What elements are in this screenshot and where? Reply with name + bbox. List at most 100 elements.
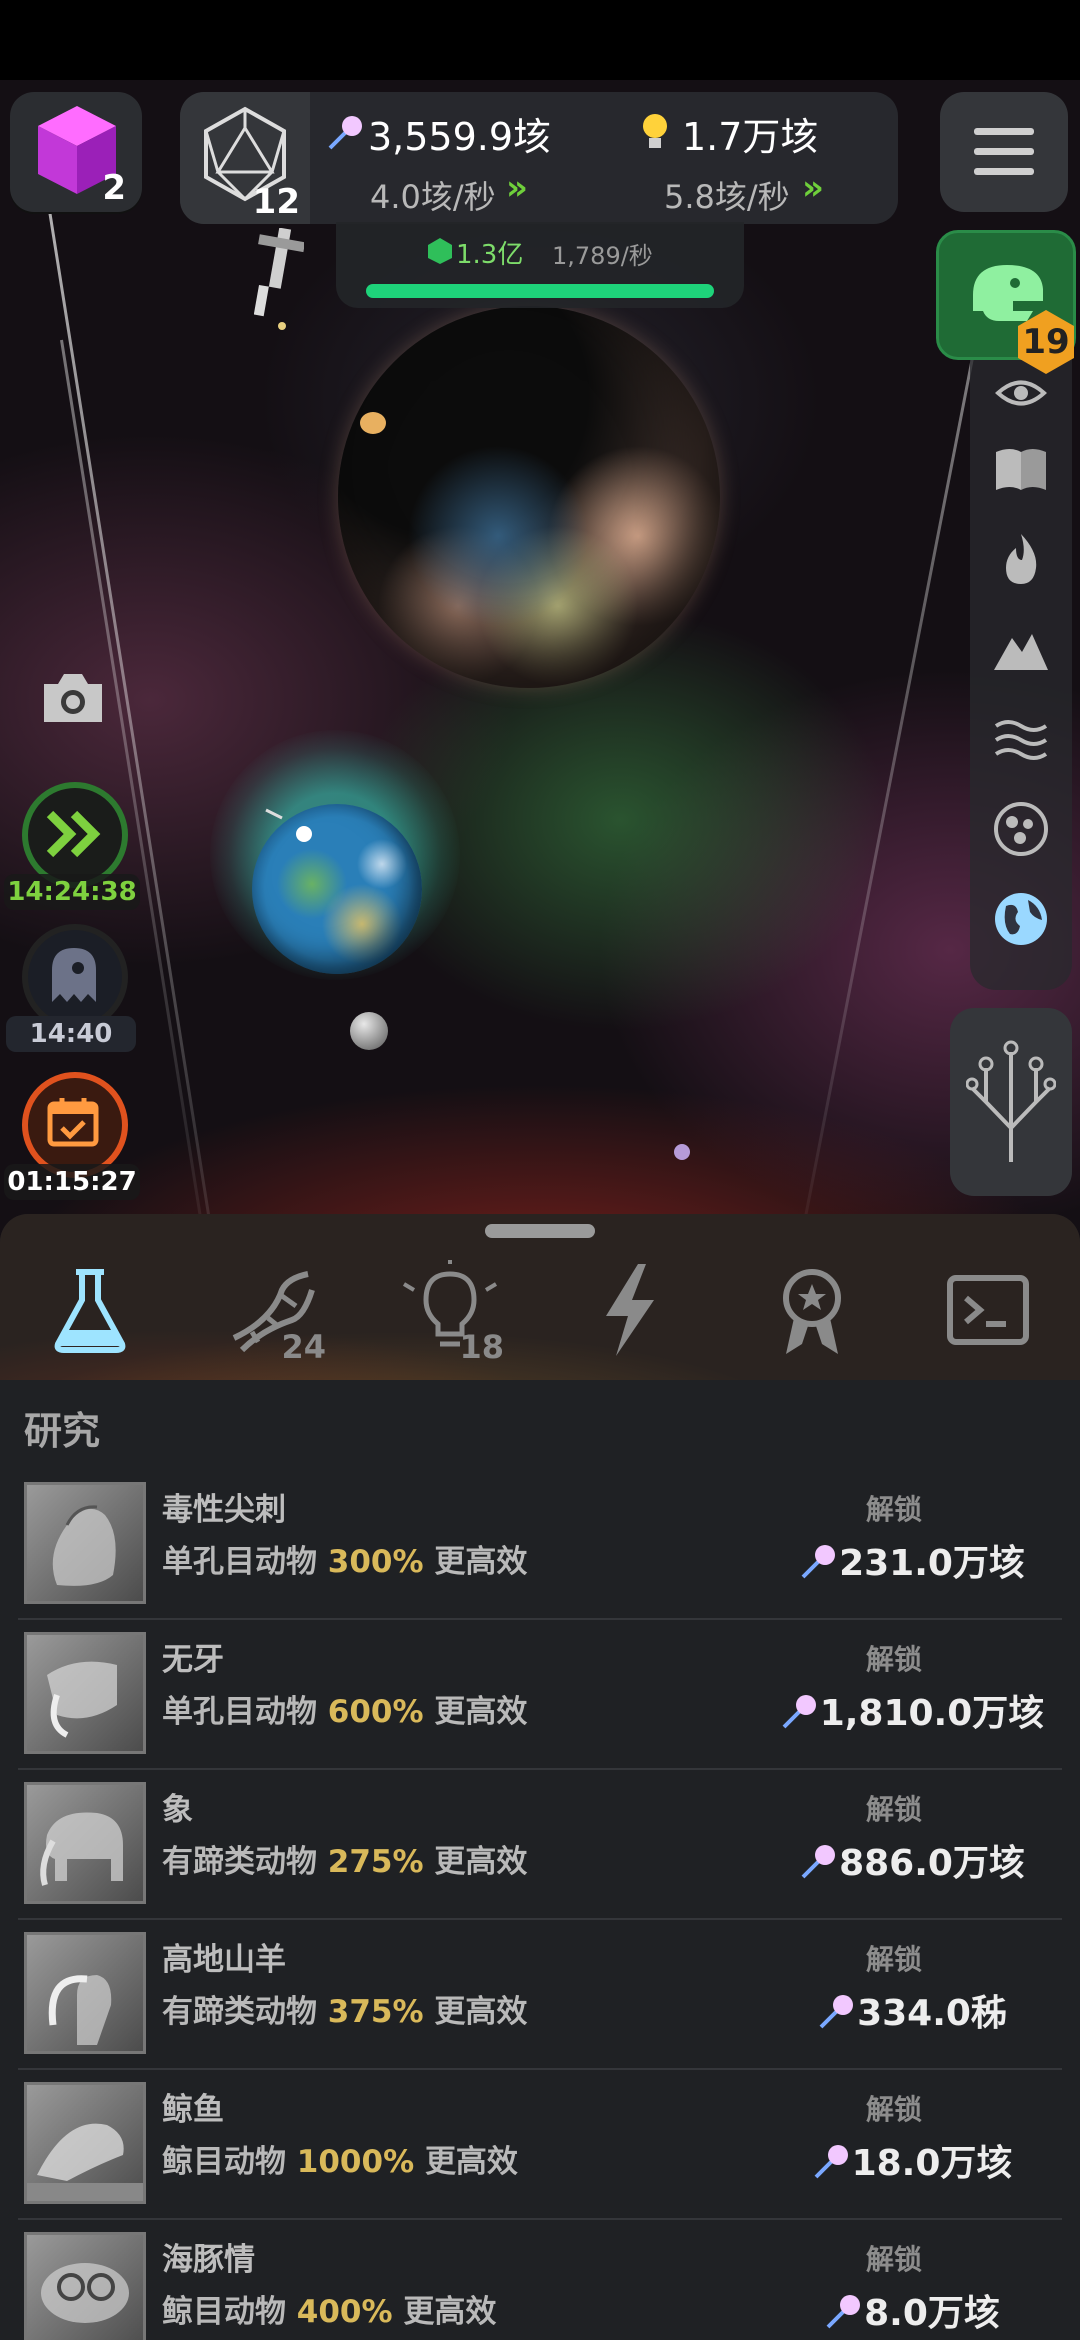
unlock-cost: 18.0万垓 [851,2143,1013,2184]
unlock-label: 解锁 [865,1943,922,1976]
unlock-label: 解锁 [865,1643,922,1676]
speed-boost-widget[interactable]: 14:24:38 [4,778,140,910]
tab-console[interactable] [940,1260,1040,1360]
menu-button[interactable] [940,92,1068,212]
research-group: 单孔目动物 [162,1694,317,1730]
ghost-icon [52,948,96,1002]
tree-icon [966,1040,1056,1162]
energy-gem-icon [819,1995,854,2029]
tab-research[interactable] [40,1260,140,1360]
green-gem-icon [428,238,452,264]
fire-icon[interactable] [992,530,1050,588]
medal-icon [783,1269,841,1354]
research-group: 鲸目动物 [162,2294,286,2330]
research-suffix: 更高效 [424,2144,518,2180]
cells-icon[interactable] [992,800,1050,858]
research-row[interactable]: 毒性尖刺 单孔目动物 300% 更高效 解锁 231.0万垓 [18,1470,1062,1620]
mountain-icon[interactable] [992,620,1050,678]
resource2-value: 1.7万垓 [682,115,819,159]
d20-button[interactable]: 12 [180,92,310,224]
cube-count: 2 [102,168,126,208]
calendar-widget[interactable]: 01:15:27 [4,1068,140,1202]
unlock-cost: 1,810.0万垓 [819,1693,1045,1734]
research-group: 单孔目动物 [162,1544,317,1580]
unlock-label: 解锁 [865,2093,922,2126]
unlock-cost-button[interactable]: 886.0万垓 [762,1834,1062,1886]
unlock-cost: 886.0万垓 [839,1843,1025,1884]
research-name: 象 [162,1792,193,1828]
research-description: 单孔目动物 300% 更高效 [162,1536,527,1581]
anteater-image [47,1661,117,1738]
earth-satellite-icon [265,808,312,842]
research-group: 鲸目动物 [162,2144,286,2180]
globe-icon[interactable] [992,890,1050,948]
research-percent: 600% [327,1694,424,1730]
satellite-icon[interactable] [254,228,304,338]
research-description: 有蹄类动物 275% 更高效 [162,1836,527,1881]
cube-button[interactable]: 2 [10,92,142,212]
research-row[interactable]: 象 有蹄类动物 275% 更高效 解锁 886.0万垓 [18,1770,1062,1920]
grey-moon[interactable] [350,1012,388,1050]
research-row[interactable]: 高地山羊 有蹄类动物 375% 更高效 解锁 334.0秭 [18,1920,1062,2070]
research-description: 有蹄类动物 375% 更高效 [162,1986,527,2031]
unlock-label: 解锁 [865,2243,922,2276]
energy-gem-icon [801,1545,836,1579]
calendar-timer: 01:15:27 [4,1164,140,1200]
barren-planet[interactable] [338,306,720,688]
echidna-image [52,1505,116,1586]
menu-line [974,168,1034,175]
research-group: 有蹄类动物 [162,1994,317,2030]
research-percent: 400% [296,2294,393,2330]
unlock-cost-button[interactable]: 231.0万垓 [762,1534,1062,1586]
waves-icon[interactable] [992,710,1050,768]
tab-bar: 24 18 [0,1214,1080,1380]
tab-power[interactable] [580,1260,680,1360]
unlock-cost-button[interactable]: 18.0万垓 [762,2134,1062,2186]
lightbulb-icon [643,114,667,148]
research-percent: 1000% [296,2144,415,2180]
unlock-cost: 231.0万垓 [839,1543,1025,1584]
tab-dna[interactable]: 24 [222,1260,326,1366]
elephant-image [40,1812,123,1886]
section-title: 研究 [24,1409,101,1453]
research-description: 鲸目动物 1000% 更高效 [162,2136,518,2181]
unlock-cost-button[interactable]: 1,810.0万垓 [752,1684,1072,1736]
lightning-icon [606,1264,654,1356]
resource1-rate: 4.0垓/秒 [370,178,496,216]
tech-tree-button[interactable] [950,1008,1072,1196]
camera-icon[interactable] [38,668,108,728]
energy-gem-icon [814,2145,848,2179]
dinosaur-badge-count: 19 [1022,322,1070,362]
research-suffix: 更高效 [434,1844,528,1880]
menu-line [974,148,1034,155]
unlock-label: 解锁 [865,1493,922,1526]
resource2-rate: 5.8垓/秒 [664,178,790,216]
research-row[interactable]: 无牙 单孔目动物 600% 更高效 解锁 1,810.0万垓 [18,1620,1062,1770]
research-row[interactable]: 鲸鱼 鲸目动物 1000% 更高效 解锁 18.0万垓 [18,2070,1062,2220]
terminal-icon [947,1275,1029,1345]
research-thumbnail [24,1932,146,2054]
small-moon[interactable] [360,412,386,434]
research-suffix: 更高效 [434,1694,528,1730]
eye-icon[interactable] [992,364,1050,422]
energy-gem-icon [801,1845,836,1879]
research-name: 毒性尖刺 [162,1492,286,1528]
research-row[interactable]: 海豚情 鲸目动物 400% 更高效 解锁 8.0万垓 [18,2220,1062,2340]
flask-icon [54,1269,126,1353]
tab-ideas[interactable]: 18 [400,1260,504,1366]
gem-panel[interactable]: 1.3亿 1,789/秒 [336,222,744,308]
chevrons-icon: » [802,168,824,208]
research-thumbnail [24,2232,146,2340]
energy-gem-icon [782,1695,816,1729]
panel-drag-handle[interactable] [485,1224,595,1238]
book-icon[interactable] [992,440,1050,498]
research-percent: 300% [327,1544,424,1580]
unlock-cost-button[interactable]: 334.0秭 [762,1984,1062,2036]
research-name: 海豚情 [162,2242,255,2278]
tab-awards[interactable] [762,1260,862,1360]
dolphin-image [41,2263,129,2323]
resource-panel[interactable]: 12 3,559.9垓 4.0垓/秒 » 1.7万垓 5.8垓/秒 » [180,92,898,224]
bottom-panel: 24 18 研究 毒性尖刺 单孔目动物 300% 更高效 解锁 231.0万垓 … [0,1214,1080,2340]
ghost-widget[interactable]: 14:40 [6,920,136,1054]
unlock-cost-button[interactable]: 8.0万垓 [762,2284,1062,2336]
